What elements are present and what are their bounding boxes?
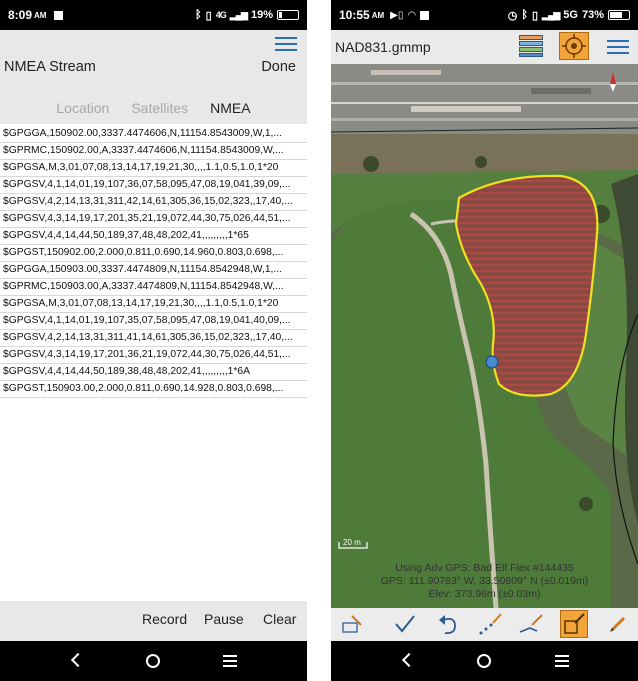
home-icon[interactable] <box>146 654 160 668</box>
tab-nmea[interactable]: NMEA <box>210 100 250 116</box>
line-tool-icon[interactable] <box>517 610 545 638</box>
nmea-line: $GPGGA,150902.00,3337.4474606,N,11154.85… <box>0 126 307 143</box>
wifi-icon: ◠ <box>407 9 417 21</box>
status-bar: 10:55 AM ▶▯ ◠ ◷ ᛒ ▯ ▂▄▆ 5G 73% <box>331 0 638 30</box>
battery-icon <box>608 10 630 20</box>
tab-bar: Location Satellites NMEA <box>0 92 307 124</box>
scale-label: 20 m <box>343 538 361 547</box>
network-type: 5G <box>563 9 578 21</box>
system-nav-bar <box>331 641 638 681</box>
home-icon[interactable] <box>477 654 491 668</box>
menu-icon[interactable] <box>275 37 297 51</box>
status-bar: 8:09 AM ᛒ ▯ 4G ▂▄▆ 19% <box>0 0 307 30</box>
clear-button[interactable]: Clear <box>263 611 296 627</box>
tab-satellites[interactable]: Satellites <box>131 100 188 116</box>
nmea-line: $GPGSV,4,1,14,01,19,107,35,07,58,095,47,… <box>0 313 307 330</box>
battery-percent: 73% <box>581 9 604 21</box>
layers-icon[interactable] <box>519 35 543 57</box>
page-title: NMEA Stream <box>4 59 96 75</box>
status-time: 8:09 <box>8 8 33 22</box>
back-icon[interactable] <box>70 652 86 668</box>
nmea-line: $GPGSV,4,4,14,44,50,189,38,48,48,202,41,… <box>0 364 307 381</box>
map-view[interactable]: 20 m Using Adv GPS: Bad Elf Flex #144435… <box>331 64 638 608</box>
recents-icon[interactable] <box>223 655 237 667</box>
nmea-stream-screen: 8:09 AM ᛒ ▯ 4G ▂▄▆ 19% NMEA Stream Done … <box>0 0 307 681</box>
bluetooth-icon: ᛒ <box>195 9 202 21</box>
network-type: 4G <box>215 10 227 20</box>
notification-icon <box>54 10 64 20</box>
signal-icon: ▂▄▆ <box>542 9 560 20</box>
gps-locate-button[interactable] <box>559 32 589 60</box>
nmea-line: $GPGSV,4,2,14,13,31,311,42,14,61,305,36,… <box>0 194 307 211</box>
system-nav-bar <box>0 641 307 681</box>
back-icon[interactable] <box>401 652 417 668</box>
signal-icon: ▂▄▆ <box>229 9 248 20</box>
gps-position-text: GPS: 111.90783° W, 33.50809° N (±0.019m) <box>380 575 589 587</box>
bottom-bar: Record Pause Clear <box>0 601 307 641</box>
nmea-list: $GPGGA,150902.00,3337.4474606,N,11154.85… <box>0 126 307 398</box>
recents-icon[interactable] <box>555 655 569 667</box>
point-stream-icon[interactable] <box>476 610 504 638</box>
nmea-line: $GPGSA,M,3,01,07,08,13,14,17,19,21,30,,,… <box>0 160 307 177</box>
status-ampm: AM <box>34 10 47 20</box>
nmea-line: $GPGSV,4,3,14,19,17,201,36,21,19,072,44,… <box>0 347 307 364</box>
pause-button[interactable]: Pause <box>204 611 244 627</box>
gps-elevation-text: Elev: 373.96m (±0.03m) <box>428 588 541 600</box>
status-ampm: AM <box>371 10 385 20</box>
menu-icon[interactable] <box>607 40 629 54</box>
battery-percent: 19% <box>250 9 273 21</box>
satellite-map <box>331 64 638 608</box>
nmea-line: $GPGST,150902.00,2.000,0.811,0.690,14.96… <box>0 245 307 262</box>
gps-source-text: Using Adv GPS: Bad Elf Flex #144435 <box>395 562 574 574</box>
nmea-line: $GPGSV,4,2,14,13,31,311,41,14,61,305,36,… <box>0 330 307 347</box>
nmea-line: $GPGSV,4,4,14,44,50,189,37,48,48,202,41,… <box>0 228 307 245</box>
notification-icon <box>420 10 430 20</box>
battery-icon <box>277 10 299 20</box>
nmea-line: $GPGGA,150903.00,3337.4474809,N,11154.85… <box>0 262 307 279</box>
nmea-line: $GPGST,150903.00,2.000,0.811,0.690,14.92… <box>0 381 307 398</box>
done-button[interactable]: Done <box>261 59 296 75</box>
nmea-line: $GPRMC,150902.00,A,3337.4474606,N,11154.… <box>0 143 307 160</box>
undo-icon[interactable] <box>435 610 463 638</box>
toolbox-icon[interactable] <box>337 610 365 638</box>
nmea-line: $GPGSA,M,3,01,07,08,13,14,17,19,21,30,,,… <box>0 296 307 313</box>
alarm-icon: ◷ <box>507 9 518 22</box>
map-header: NAD831.gmmp <box>331 30 638 64</box>
pencil-icon[interactable] <box>604 610 632 638</box>
nmea-header: NMEA Stream Done <box>0 30 307 92</box>
nmea-line: $GPGSV,4,3,14,19,17,201,35,21,19,072,44,… <box>0 211 307 228</box>
video-icon: ▶▯ <box>390 9 404 21</box>
polygon-tool-icon[interactable] <box>560 610 588 638</box>
nmea-line: $GPGSV,4,1,14,01,19,107,36,07,58,095,47,… <box>0 177 307 194</box>
vibrate-icon: ▯ <box>205 9 212 22</box>
record-button[interactable]: Record <box>142 611 187 627</box>
nmea-line: $GPRMC,150903.00,A,3337.4474809,N,11154.… <box>0 279 307 296</box>
status-time: 10:55 <box>339 8 370 22</box>
checkmark-icon[interactable] <box>391 610 419 638</box>
map-screen: 10:55 AM ▶▯ ◠ ◷ ᛒ ▯ ▂▄▆ 5G 73% NAD831.gm… <box>331 0 638 681</box>
tab-location[interactable]: Location <box>56 100 109 116</box>
drawing-toolbar <box>331 608 638 641</box>
vibrate-icon: ▯ <box>531 9 539 22</box>
crosshair-icon <box>562 34 586 58</box>
bluetooth-icon: ᛒ <box>521 9 528 21</box>
map-title: NAD831.gmmp <box>335 39 431 55</box>
